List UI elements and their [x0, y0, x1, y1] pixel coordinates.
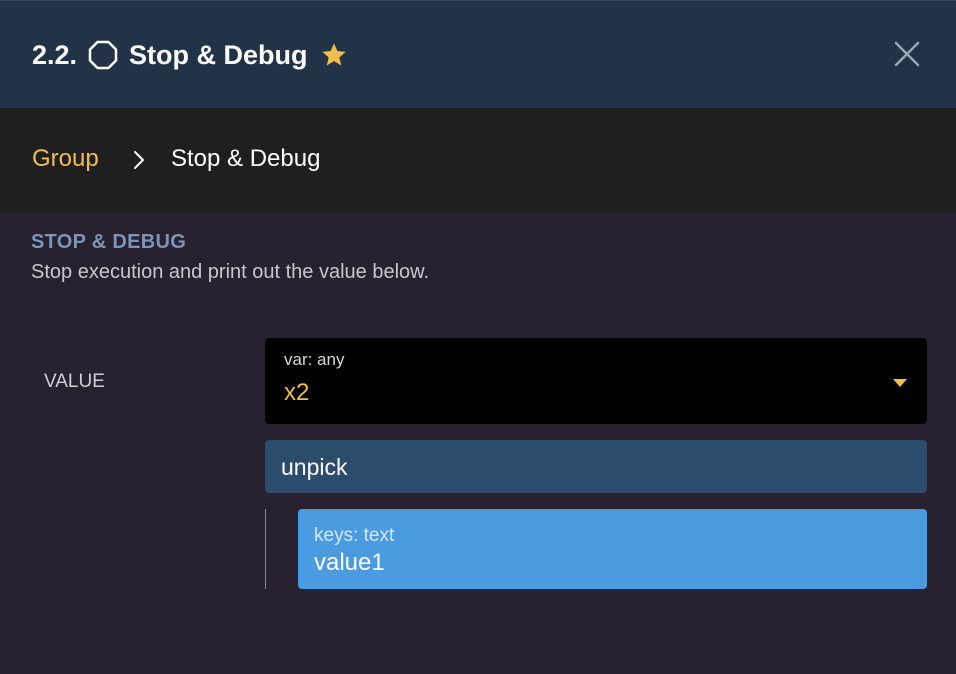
breadcrumb-current: Stop & Debug: [171, 145, 321, 172]
variable-select[interactable]: var: any x2: [265, 338, 927, 424]
caret-down-icon[interactable]: [892, 375, 908, 387]
chevron-right-icon: [131, 150, 147, 170]
nesting-line: [265, 509, 266, 589]
section-title: STOP & DEBUG: [31, 231, 187, 253]
keys-input[interactable]: keys: text value1: [298, 509, 927, 589]
variable-value: x2: [284, 379, 310, 406]
octagon-icon: [87, 39, 119, 71]
breadcrumb-parent-link[interactable]: Group: [32, 145, 99, 173]
operation-label: unpick: [281, 454, 348, 480]
value-field-label: VALUE: [44, 371, 105, 392]
step-number: 2.2.: [32, 39, 78, 70]
dialog-title-text: Stop & Debug: [129, 39, 308, 70]
close-icon[interactable]: [893, 40, 921, 68]
variable-type-label: var: any: [284, 350, 345, 369]
keys-value: value1: [314, 549, 385, 576]
dialog-title: 2.2. Stop & Debug: [32, 37, 348, 73]
star-icon[interactable]: [320, 41, 348, 69]
unpick-operation-button[interactable]: unpick: [265, 440, 927, 493]
keys-type-label: keys: text: [314, 525, 395, 546]
dialog-header: 2.2. Stop & Debug: [0, 0, 956, 108]
section-description: Stop execution and print out the value b…: [31, 261, 430, 283]
